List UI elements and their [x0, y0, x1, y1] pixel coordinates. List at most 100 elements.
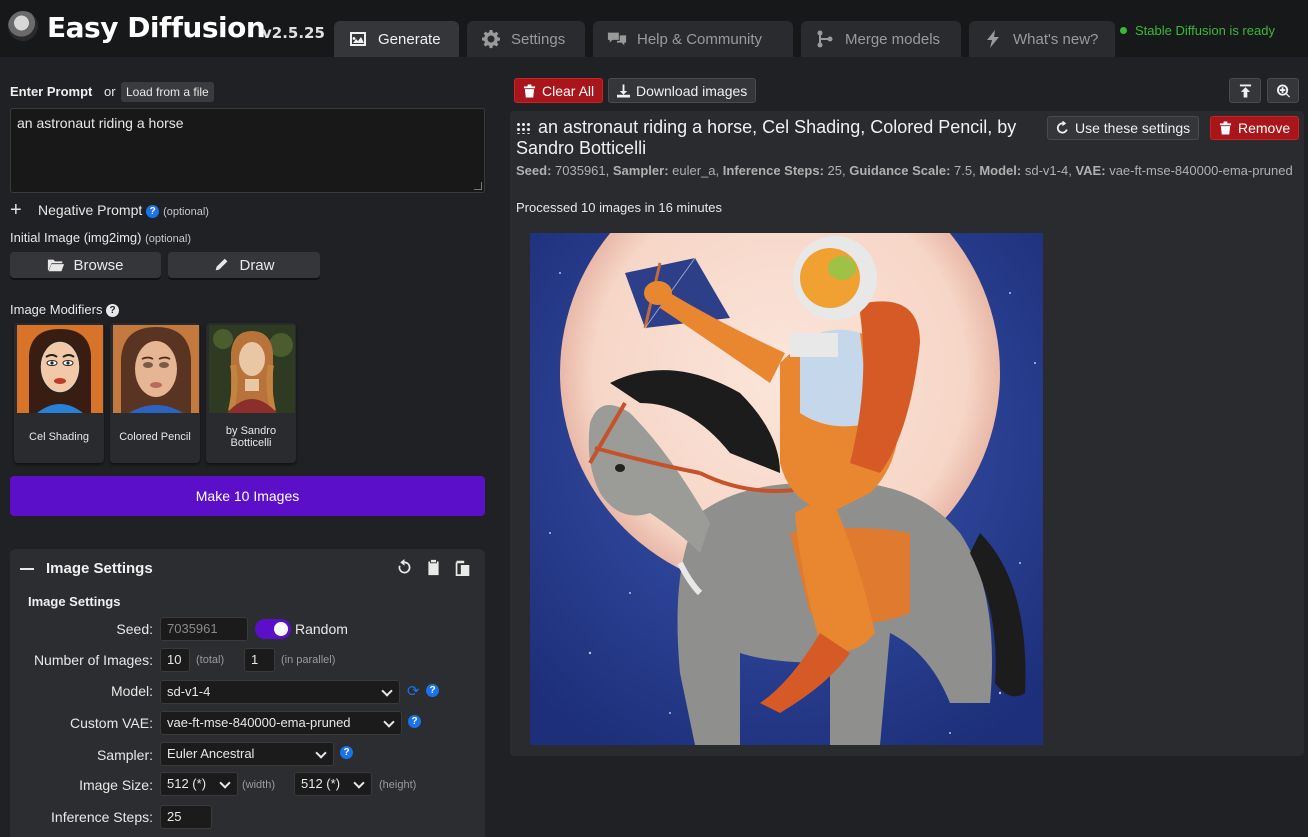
image-size-label: Image Size:: [79, 777, 153, 793]
meta-value: vae-ft-mse-840000-ema-pruned: [1109, 163, 1293, 178]
height-hint: (height): [379, 779, 417, 791]
folder-open-icon: [48, 259, 65, 272]
trash-icon: [1219, 121, 1232, 135]
help-icon[interactable]: ?: [146, 204, 160, 218]
browse-button[interactable]: Browse: [10, 252, 161, 278]
prompt-label: Enter Prompt: [10, 84, 93, 99]
status-text: Stable Diffusion is ready: [1135, 23, 1275, 38]
modifier-card-cel-shading[interactable]: Cel Shading: [14, 323, 104, 463]
meta-value: 25: [827, 163, 843, 178]
generated-image[interactable]: [530, 233, 1043, 745]
collapse-minus-icon: [20, 567, 34, 570]
clear-all-button[interactable]: Clear All: [514, 78, 604, 103]
use-these-settings-button[interactable]: Use these settings: [1047, 116, 1200, 140]
top-header: Easy Diffusion v2.5.25 Generate Settings…: [0, 0, 1308, 57]
merge-icon: [817, 30, 833, 48]
model-select[interactable]: sd-v1-4: [160, 680, 400, 704]
modifier-thumbnail: [113, 325, 199, 413]
tab-settings[interactable]: Settings: [467, 21, 585, 57]
inference-steps-input[interactable]: 25: [160, 805, 212, 829]
negative-prompt-toggle[interactable]: Negative Prompt ? (optional): [38, 202, 209, 218]
parallel-hint: (in parallel): [281, 654, 336, 666]
clipboard-icon[interactable]: [425, 559, 442, 576]
modifier-card-botticelli[interactable]: by Sandro Botticelli: [206, 323, 296, 463]
gear-icon: [482, 30, 500, 49]
modifier-label: Colored Pencil: [119, 431, 191, 443]
bolt-icon: [987, 30, 999, 48]
num-images-parallel-input[interactable]: 1: [244, 648, 275, 672]
reset-icon[interactable]: [396, 559, 413, 576]
result-panel: an astronaut riding a horse, Cel Shading…: [510, 111, 1304, 756]
image-settings-header[interactable]: Image Settings: [20, 560, 153, 577]
height-select[interactable]: 512 (*): [294, 772, 372, 796]
tab-label: Generate: [378, 30, 441, 48]
sampler-select[interactable]: Euler Ancestral: [160, 742, 334, 766]
random-seed-toggle[interactable]: [255, 619, 291, 639]
make-images-button[interactable]: Make 10 Images: [10, 476, 485, 516]
load-from-file-button[interactable]: Load from a file: [121, 82, 214, 102]
comments-icon: [607, 32, 627, 46]
prompt-text: an astronaut riding a horse: [17, 115, 184, 131]
help-icon[interactable]: ?: [340, 746, 353, 759]
status-indicator: Stable Diffusion is ready: [1120, 23, 1275, 38]
width-hint: (width): [242, 779, 276, 791]
panel-title: Image Settings: [46, 560, 153, 577]
expand-plus-icon[interactable]: +: [10, 200, 22, 220]
refresh-icon[interactable]: ⟳: [407, 682, 420, 700]
image-modifiers-label: Image Modifiers: [10, 302, 103, 317]
trash-icon: [523, 84, 536, 97]
pencil-icon: [216, 258, 228, 271]
num-images-total-input[interactable]: 10: [160, 648, 190, 672]
prompt-or-text: or: [104, 84, 116, 99]
download-images-button[interactable]: Download images: [608, 78, 757, 103]
meta-key: Guidance Scale:: [849, 163, 951, 178]
image-icon: [350, 32, 366, 46]
processed-summary: Processed 10 images in 16 minutes: [516, 200, 722, 215]
tab-generate[interactable]: Generate: [334, 21, 459, 57]
scroll-top-button[interactable]: [1229, 78, 1261, 103]
image-settings-subtitle: Image Settings: [28, 594, 121, 609]
paste-icon[interactable]: [454, 559, 471, 576]
result-prompt-text: an astronaut riding a horse, Cel Shading…: [516, 117, 1017, 158]
help-icon[interactable]: ?: [426, 684, 439, 697]
grid-icon[interactable]: [516, 122, 530, 135]
meta-value: sd-v1-4: [1024, 163, 1069, 178]
tab-help-community[interactable]: Help & Community: [593, 21, 793, 57]
modifier-card-colored-pencil[interactable]: Colored Pencil: [110, 323, 200, 463]
tab-label: Merge models: [845, 30, 941, 48]
tab-label: What's new?: [1013, 30, 1099, 48]
meta-value: euler_a: [672, 163, 716, 178]
help-icon[interactable]: ?: [106, 304, 120, 318]
redo-icon: [1056, 121, 1068, 134]
result-metadata: Seed: 7035961, Sampler: euler_a, Inferen…: [516, 163, 1293, 178]
seed-input[interactable]: 7035961: [160, 617, 248, 641]
modifier-thumbnail: [209, 325, 295, 413]
meta-key: Inference Steps:: [722, 163, 824, 178]
tab-merge-models[interactable]: Merge models: [801, 21, 961, 57]
meta-key: VAE:: [1075, 163, 1106, 178]
clear-all-label: Clear All: [542, 82, 595, 99]
prompt-input[interactable]: an astronaut riding a horse: [10, 108, 485, 193]
use-settings-label: Use these settings: [1075, 120, 1191, 136]
modifier-label: Cel Shading: [29, 431, 89, 443]
optional-hint: (optional): [163, 206, 209, 218]
modifier-thumbnail: [17, 325, 103, 413]
tab-label: Help & Community: [637, 30, 763, 48]
draw-label: Draw: [239, 256, 275, 274]
resize-handle[interactable]: [474, 182, 482, 190]
help-icon[interactable]: ?: [408, 715, 421, 728]
optional-hint: (optional): [145, 233, 191, 245]
num-images-label: Number of Images:: [33, 652, 153, 668]
seed-label: Seed:: [116, 621, 153, 637]
meta-value: 7.5: [954, 163, 973, 178]
vae-select[interactable]: vae-ft-mse-840000-ema-pruned: [160, 711, 402, 735]
width-select[interactable]: 512 (*): [160, 772, 238, 796]
remove-button[interactable]: Remove: [1210, 116, 1300, 140]
status-dot-icon: [1120, 27, 1127, 34]
remove-label: Remove: [1238, 120, 1291, 136]
image-settings-panel: Image Settings Image Settings Seed: 7035…: [10, 549, 485, 837]
draw-button[interactable]: Draw: [168, 252, 320, 278]
zoom-button[interactable]: [1267, 78, 1299, 103]
result-title: an astronaut riding a horse, Cel Shading…: [516, 117, 1056, 159]
tab-whats-new[interactable]: What's new?: [969, 21, 1115, 57]
